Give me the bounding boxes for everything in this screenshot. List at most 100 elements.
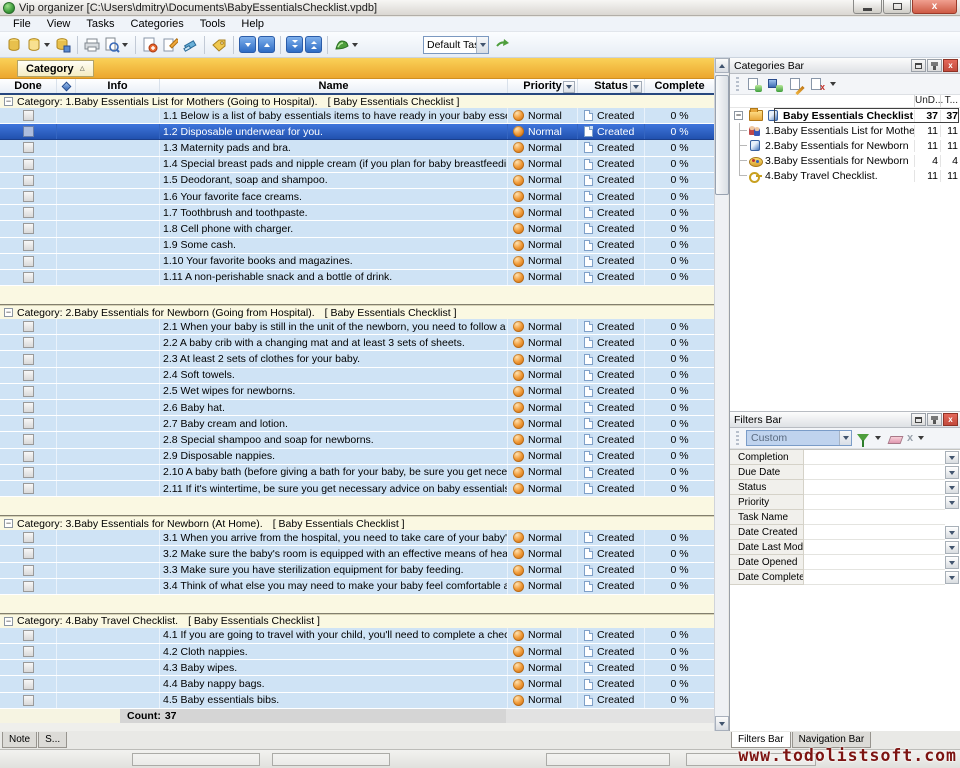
- task-name[interactable]: 3.1 When you arrive from the hospital, y…: [160, 530, 508, 545]
- done-checkbox[interactable]: [23, 646, 34, 657]
- apply-filter-caret-icon[interactable]: [875, 436, 881, 440]
- task-row[interactable]: 1.8 Cell phone with charger. Normal Crea…: [0, 221, 714, 237]
- new-category-icon[interactable]: [746, 77, 762, 92]
- bottom-tab[interactable]: Note: [2, 732, 37, 748]
- column-header-done[interactable]: Done: [0, 79, 57, 93]
- task-row[interactable]: 3.4 Think of what else you may need to m…: [0, 579, 714, 595]
- priority-cell[interactable]: Normal: [508, 400, 578, 415]
- filter-preset-combo[interactable]: Custom: [746, 430, 852, 446]
- done-checkbox[interactable]: [23, 418, 34, 429]
- status-cell[interactable]: Created: [578, 693, 645, 708]
- task-name[interactable]: 1.6 Your favorite face creams.: [160, 189, 508, 204]
- priority-cell[interactable]: Normal: [508, 530, 578, 545]
- task-name[interactable]: 1.10 Your favorite books and magazines.: [160, 254, 508, 269]
- done-checkbox[interactable]: [23, 126, 34, 137]
- status-cell[interactable]: Created: [578, 157, 645, 172]
- new-database-icon[interactable]: [4, 35, 24, 55]
- menu-item[interactable]: Categories: [123, 17, 192, 32]
- tree-root-label[interactable]: Baby Essentials Checklist: [780, 110, 914, 122]
- move-top-icon[interactable]: [305, 36, 322, 53]
- task-name[interactable]: 4.4 Baby nappy bags.: [160, 676, 508, 691]
- done-checkbox[interactable]: [23, 240, 34, 251]
- bottom-tab[interactable]: S...: [38, 732, 67, 748]
- task-name[interactable]: 3.3 Make sure you have sterilization equ…: [160, 563, 508, 578]
- done-checkbox[interactable]: [23, 434, 34, 445]
- menu-item[interactable]: View: [39, 17, 79, 32]
- task-row[interactable]: 4.4 Baby nappy bags. Normal Created 0 %: [0, 676, 714, 692]
- tree-category-row[interactable]: 4.Baby Travel Checklist. 11 11: [730, 168, 960, 183]
- status-filter-dropdown-icon[interactable]: [630, 81, 642, 93]
- done-checkbox[interactable]: [23, 207, 34, 218]
- status-cell[interactable]: Created: [578, 319, 645, 334]
- priority-cell[interactable]: Normal: [508, 416, 578, 431]
- task-name[interactable]: 3.4 Think of what else you may need to m…: [160, 579, 508, 594]
- done-checkbox[interactable]: [23, 695, 34, 706]
- task-row[interactable]: 1.6 Your favorite face creams. Normal Cr…: [0, 189, 714, 205]
- categories-more-caret-icon[interactable]: [830, 82, 836, 86]
- status-cell[interactable]: Created: [578, 546, 645, 561]
- filter-preset-dropdown-icon[interactable]: [839, 431, 851, 445]
- task-name[interactable]: 4.1 If you are going to travel with your…: [160, 628, 508, 643]
- group-header-row[interactable]: − Category: 4.Baby Travel Checklist. [ B…: [0, 615, 714, 628]
- column-header-name[interactable]: Name: [160, 79, 508, 93]
- task-row[interactable]: 3.2 Make sure the baby's room is equippe…: [0, 546, 714, 562]
- task-name[interactable]: 1.2 Disposable underwear for you.: [160, 124, 508, 139]
- tree-category-row[interactable]: 3.Baby Essentials for Newborn 4 4: [730, 153, 960, 168]
- panel-close-icon[interactable]: x: [943, 59, 958, 72]
- status-cell[interactable]: Created: [578, 189, 645, 204]
- save-database-icon[interactable]: [53, 35, 73, 55]
- open-database-caret-icon[interactable]: [44, 43, 50, 47]
- filter-value-field[interactable]: [804, 465, 945, 480]
- filter-dropdown-icon[interactable]: [945, 571, 959, 584]
- priority-cell[interactable]: Normal: [508, 351, 578, 366]
- task-name[interactable]: 4.5 Baby essentials bibs.: [160, 693, 508, 708]
- scroll-up-icon[interactable]: [715, 58, 729, 73]
- done-checkbox[interactable]: [23, 565, 34, 576]
- print-preview-icon[interactable]: [102, 35, 122, 55]
- priority-cell[interactable]: Normal: [508, 319, 578, 334]
- close-button[interactable]: x: [912, 0, 957, 14]
- delete-task-icon[interactable]: [180, 35, 200, 55]
- priority-cell[interactable]: Normal: [508, 563, 578, 578]
- status-cell[interactable]: Created: [578, 481, 645, 496]
- priority-filter-dropdown-icon[interactable]: [563, 81, 575, 93]
- menu-item[interactable]: Tools: [192, 17, 234, 32]
- task-row[interactable]: 2.8 Special shampoo and soap for newborn…: [0, 432, 714, 448]
- group-header-row[interactable]: − Category: 1.Baby Essentials List for M…: [0, 95, 714, 108]
- scroll-down-icon[interactable]: [715, 716, 729, 731]
- collapse-group-icon[interactable]: −: [4, 617, 13, 626]
- move-bottom-icon[interactable]: [286, 36, 303, 53]
- move-down-icon[interactable]: [239, 36, 256, 53]
- task-view-icon[interactable]: [332, 35, 352, 55]
- status-cell[interactable]: Created: [578, 465, 645, 480]
- menu-item[interactable]: File: [5, 17, 39, 32]
- status-cell[interactable]: Created: [578, 140, 645, 155]
- done-checkbox[interactable]: [23, 191, 34, 202]
- filters-more-caret-icon[interactable]: [918, 436, 924, 440]
- priority-cell[interactable]: Normal: [508, 676, 578, 691]
- priority-cell[interactable]: Normal: [508, 368, 578, 383]
- done-checkbox[interactable]: [23, 370, 34, 381]
- status-cell[interactable]: Created: [578, 449, 645, 464]
- task-name[interactable]: 2.11 If it's wintertime, be sure you get…: [160, 481, 508, 496]
- clear-filter-icon[interactable]: [888, 436, 904, 444]
- task-row[interactable]: 2.10 A baby bath (before giving a bath f…: [0, 465, 714, 481]
- done-checkbox[interactable]: [23, 532, 34, 543]
- column-header-info[interactable]: Info: [76, 79, 160, 93]
- task-row[interactable]: 2.7 Baby cream and lotion. Normal Create…: [0, 416, 714, 432]
- task-name[interactable]: 2.2 A baby crib with a changing mat and …: [160, 335, 508, 350]
- task-name[interactable]: 1.5 Deodorant, soap and shampoo.: [160, 173, 508, 188]
- task-name[interactable]: 1.1 Below is a list of baby essentials i…: [160, 108, 508, 123]
- task-row[interactable]: 2.11 If it's wintertime, be sure you get…: [0, 481, 714, 497]
- done-checkbox[interactable]: [23, 337, 34, 348]
- status-cell[interactable]: Created: [578, 270, 645, 285]
- apply-filter-icon[interactable]: [857, 431, 870, 446]
- minimize-button[interactable]: [853, 0, 882, 14]
- task-row[interactable]: 1.2 Disposable underwear for you. Normal…: [0, 124, 714, 140]
- filter-value-field[interactable]: [804, 450, 945, 465]
- task-name[interactable]: 2.10 A baby bath (before giving a bath f…: [160, 465, 508, 480]
- filter-value-field[interactable]: [804, 510, 945, 525]
- status-cell[interactable]: Created: [578, 351, 645, 366]
- task-name[interactable]: 4.2 Cloth nappies.: [160, 644, 508, 659]
- status-cell[interactable]: Created: [578, 676, 645, 691]
